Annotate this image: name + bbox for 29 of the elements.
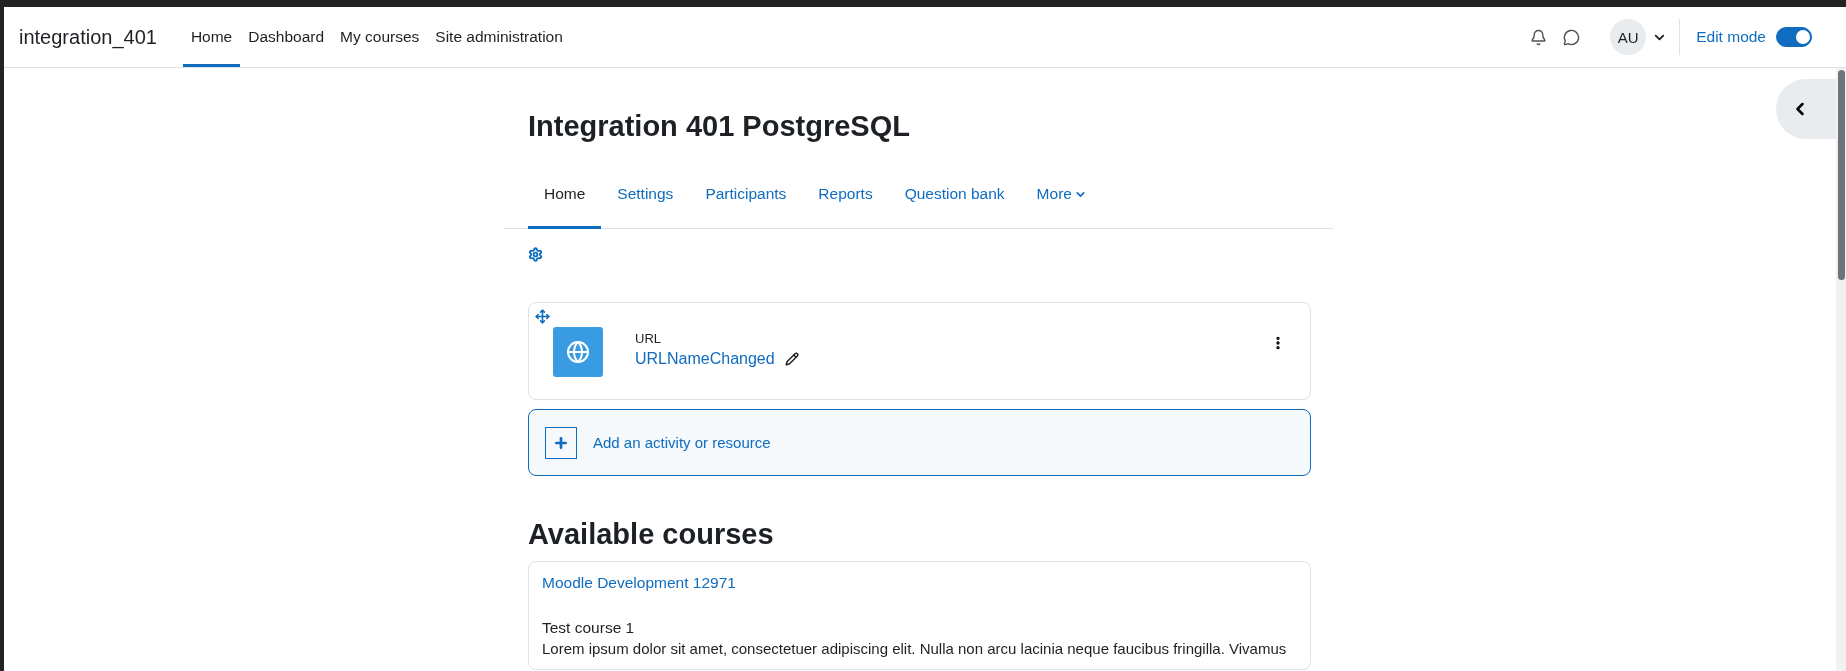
section-heading: Available courses bbox=[528, 518, 775, 551]
add-activity-button[interactable]: Add an activity or resource bbox=[528, 409, 1311, 476]
course-tab[interactable]: Participants bbox=[689, 163, 803, 229]
globe-icon bbox=[553, 327, 603, 377]
course-tab[interactable]: Reports bbox=[802, 163, 889, 229]
course-link[interactable]: Moodle Development 12971 bbox=[542, 574, 736, 592]
settings-icon[interactable] bbox=[528, 247, 543, 262]
site-name[interactable]: integration_401 bbox=[19, 7, 157, 67]
scrollbar[interactable] bbox=[1836, 68, 1846, 671]
course-title: Integration 401 PostgreSQL bbox=[528, 110, 911, 143]
course-tab[interactable]: Settings bbox=[601, 163, 690, 229]
course-tab[interactable]: Home bbox=[528, 163, 602, 229]
drawer-toggle-button[interactable] bbox=[1776, 79, 1836, 139]
activity-type: URL bbox=[635, 331, 662, 346]
user-avatar[interactable]: AU bbox=[1610, 19, 1647, 55]
nav-link[interactable]: Site administration bbox=[427, 7, 571, 67]
course-summary-title: Test course 1 bbox=[542, 619, 636, 637]
nav-link[interactable]: Dashboard bbox=[240, 7, 333, 67]
course-summary-text: Lorem ipsum dolor sit amet, consectetuer adipiscing elit. Nulla non arcu lacinia neque faucibus fringilla. Vivamus bbox=[542, 640, 1288, 657]
activity-link[interactable]: URLNameChanged bbox=[635, 350, 775, 368]
pencil-icon[interactable] bbox=[784, 352, 799, 366]
edit-mode-toggle[interactable] bbox=[1776, 27, 1812, 47]
nav-link[interactable]: Home bbox=[182, 7, 241, 67]
course-tab[interactable]: More bbox=[1020, 163, 1103, 229]
plus-icon bbox=[545, 426, 577, 459]
course-tab[interactable]: Question bank bbox=[888, 163, 1021, 229]
nav-link[interactable]: My courses bbox=[332, 7, 428, 67]
move-icon[interactable] bbox=[535, 309, 550, 324]
edit-mode-label: Edit mode bbox=[1696, 28, 1766, 46]
